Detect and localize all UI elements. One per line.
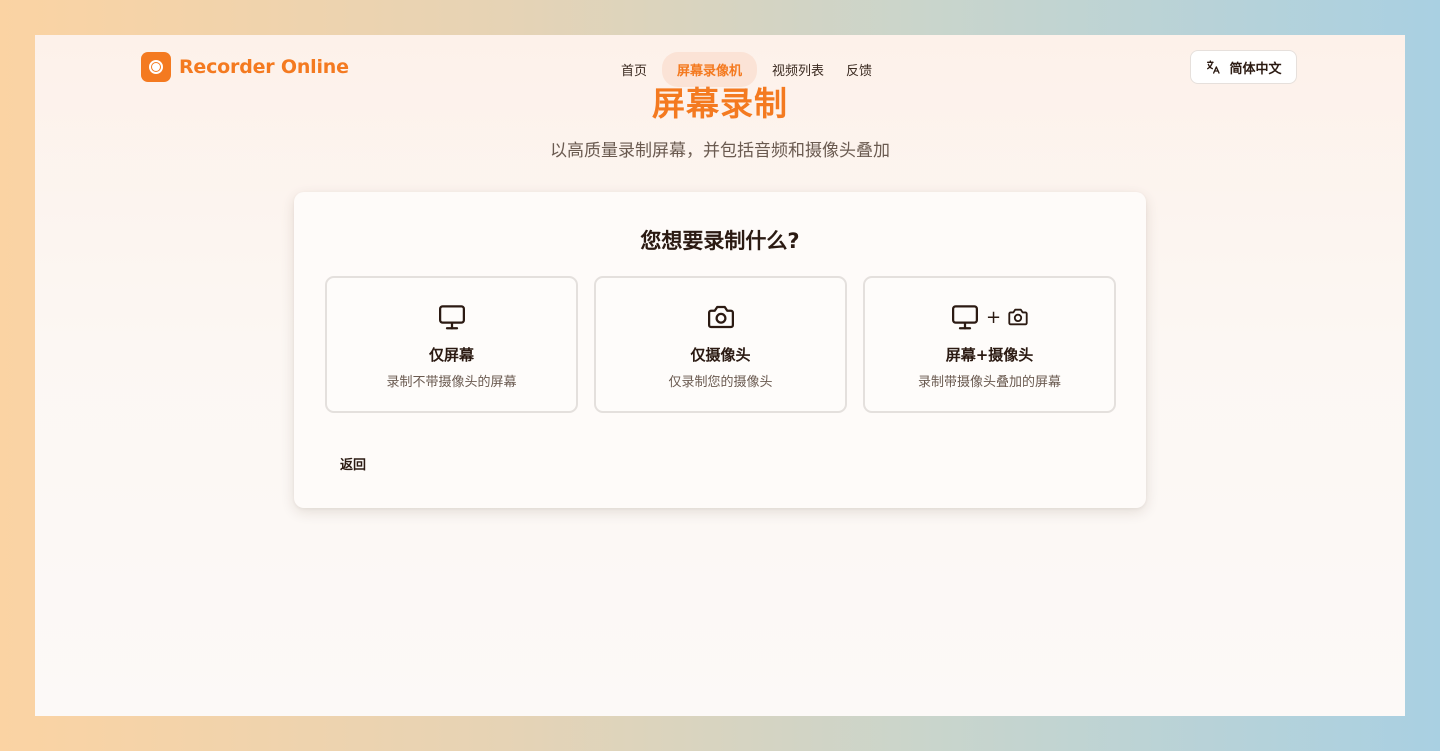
monitor-icon	[437, 302, 467, 332]
back-button[interactable]: 返回	[330, 448, 376, 479]
option-screen-only[interactable]: 仅屏幕 录制不带摄像头的屏幕	[325, 276, 578, 413]
option-title: 屏幕+摄像头	[945, 346, 1034, 364]
mode-options: 仅屏幕 录制不带摄像头的屏幕 仅摄像头 仅录制您的摄像头 + 屏幕+摄像头 录制…	[325, 276, 1116, 413]
page-title: 屏幕录制	[652, 84, 788, 123]
translate-icon	[1205, 59, 1221, 75]
option-camera-only[interactable]: 仅摄像头 仅录制您的摄像头	[594, 276, 847, 413]
option-description: 录制不带摄像头的屏幕	[386, 375, 517, 390]
option-screen-and-camera[interactable]: + 屏幕+摄像头 录制带摄像头叠加的屏幕	[863, 276, 1116, 413]
option-description: 录制带摄像头叠加的屏幕	[917, 375, 1061, 390]
card-question: 您想要录制什么?	[640, 229, 800, 253]
recording-mode-card: 您想要录制什么? 仅屏幕 录制不带摄像头的屏幕 仅摄像头 仅录制您的摄像头 + …	[294, 192, 1146, 508]
option-title: 仅摄像头	[690, 346, 751, 364]
option-description: 仅录制您的摄像头	[668, 375, 773, 390]
monitor-icon	[950, 302, 980, 332]
camera-icon	[706, 302, 736, 332]
logo-text: Recorder Online	[179, 56, 349, 78]
option-title: 仅屏幕	[428, 346, 474, 364]
language-label: 简体中文	[1229, 61, 1282, 77]
camera-icon	[1007, 306, 1029, 328]
page-subtitle: 以高质量录制屏幕，并包括音频和摄像头叠加	[550, 141, 890, 161]
app-window: Recorder Online 首页 屏幕录像机 视频列表 反馈 简体中文 屏幕…	[35, 35, 1405, 716]
plus-sign: +	[985, 306, 1002, 328]
